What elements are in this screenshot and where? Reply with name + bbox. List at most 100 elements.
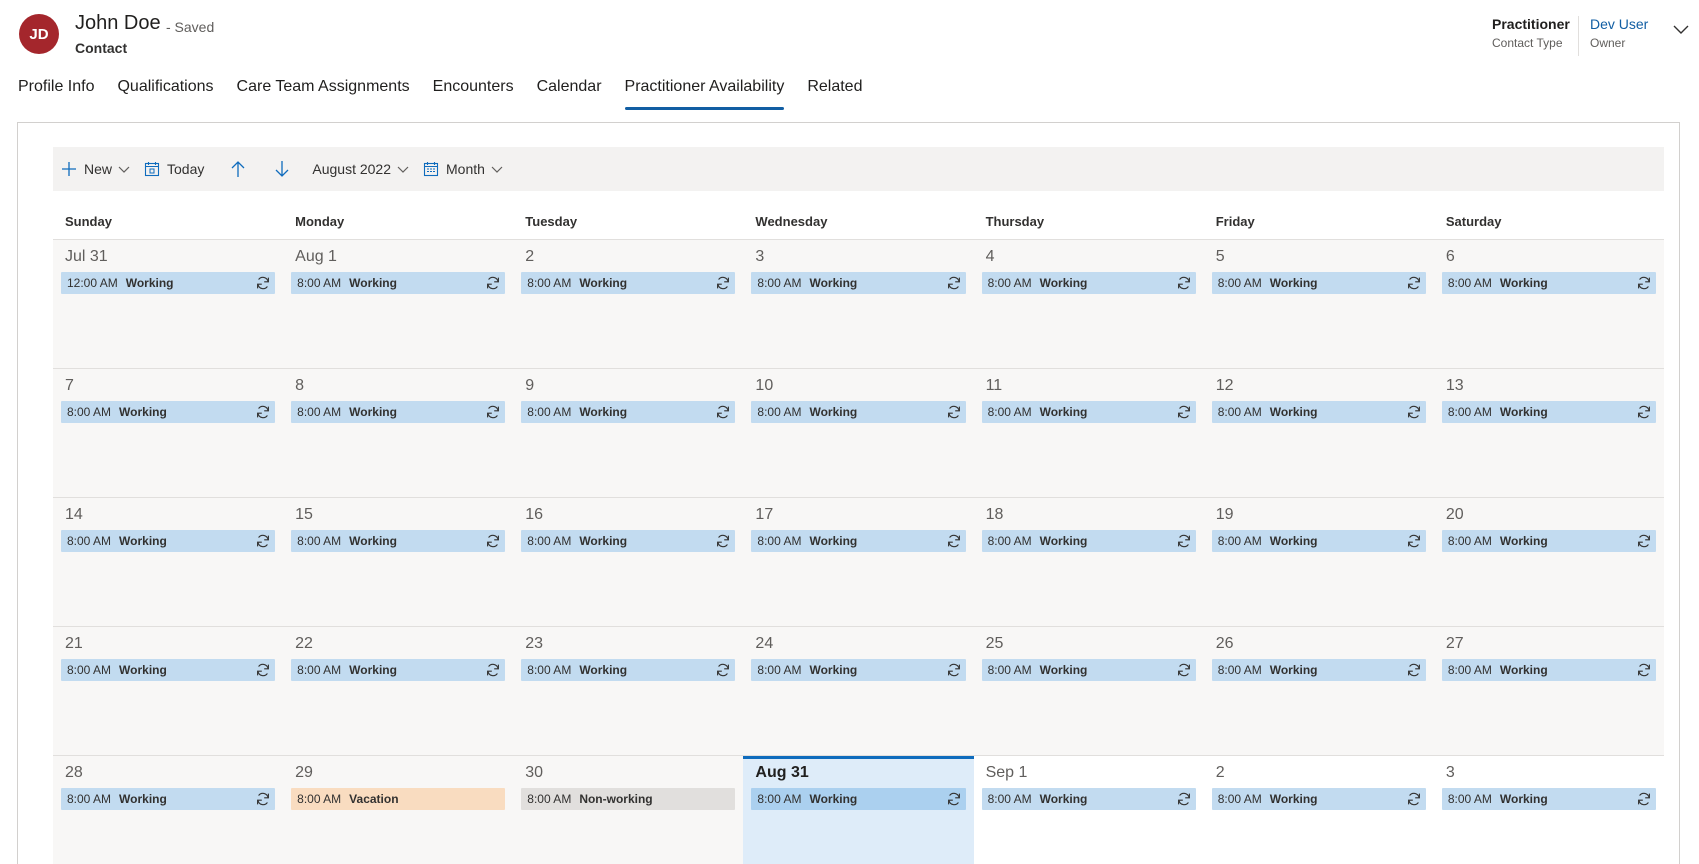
- today-button[interactable]: Today: [144, 161, 210, 177]
- day-number: Jul 31: [65, 248, 108, 265]
- day-cell[interactable]: 16 8:00 AM Working: [513, 498, 744, 627]
- owner-link[interactable]: Dev User: [1590, 16, 1648, 32]
- availability-event[interactable]: 8:00 AM Working: [521, 401, 736, 423]
- arrow-down-icon: [275, 161, 289, 177]
- availability-event[interactable]: 8:00 AM Working: [1441, 272, 1656, 294]
- day-cell[interactable]: 28 8:00 AM Working: [53, 756, 284, 864]
- tab-calendar[interactable]: Calendar: [537, 78, 602, 106]
- availability-event[interactable]: 8:00 AM Working: [291, 272, 506, 294]
- day-cell[interactable]: 18 8:00 AM Working: [973, 498, 1204, 627]
- tab-profile-info[interactable]: Profile Info: [18, 78, 94, 106]
- availability-event[interactable]: 8:00 AM Working: [1211, 401, 1426, 423]
- calendar-month-icon: [423, 162, 439, 177]
- day-cell[interactable]: 25 8:00 AM Working: [973, 627, 1204, 756]
- availability-event[interactable]: 8:00 AM Working: [981, 659, 1196, 681]
- day-cell[interactable]: 27 8:00 AM Working: [1433, 627, 1664, 756]
- day-cell[interactable]: 3 8:00 AM Working: [1433, 756, 1664, 864]
- day-cell[interactable]: 7 8:00 AM Working: [53, 369, 284, 498]
- availability-event[interactable]: 8:00 AM Working: [61, 401, 276, 423]
- day-cell[interactable]: 13 8:00 AM Working: [1433, 369, 1664, 498]
- availability-event[interactable]: 8:00 AM Working: [751, 272, 966, 294]
- header-field-contact-type: Practitioner Contact Type: [1492, 16, 1570, 50]
- day-cell[interactable]: 23 8:00 AM Working: [513, 627, 744, 756]
- day-number: 2: [1215, 764, 1225, 781]
- day-cell[interactable]: 8 8:00 AM Working: [283, 369, 514, 498]
- day-cell[interactable]: 14 8:00 AM Working: [53, 498, 284, 627]
- day-cell[interactable]: Sep 1 8:00 AM Working: [973, 756, 1204, 864]
- day-number: 28: [65, 764, 83, 781]
- day-cell[interactable]: 22 8:00 AM Working: [283, 627, 514, 756]
- availability-event[interactable]: 8:00 AM Working: [1211, 788, 1426, 810]
- day-cell[interactable]: Aug 31 8:00 AM Working: [743, 756, 974, 864]
- availability-event[interactable]: 8:00 AM Working: [1441, 530, 1656, 552]
- availability-event[interactable]: 8:00 AM Working: [751, 530, 966, 552]
- next-button[interactable]: [268, 155, 296, 183]
- day-cell[interactable]: 10 8:00 AM Working: [743, 369, 974, 498]
- day-cell[interactable]: 12 8:00 AM Working: [1203, 369, 1434, 498]
- availability-event[interactable]: 8:00 AM Working: [1211, 530, 1426, 552]
- day-cell[interactable]: Aug 1 8:00 AM Working: [283, 240, 514, 369]
- day-cell[interactable]: 17 8:00 AM Working: [743, 498, 974, 627]
- availability-event[interactable]: 8:00 AM Working: [981, 272, 1196, 294]
- recurrence-icon: [717, 276, 730, 290]
- availability-event[interactable]: 8:00 AM Working: [981, 530, 1196, 552]
- availability-event[interactable]: 8:00 AM Working: [521, 272, 736, 294]
- availability-event[interactable]: 8:00 AM Working: [1441, 788, 1656, 810]
- availability-event[interactable]: 8:00 AM Working: [751, 659, 966, 681]
- availability-event[interactable]: 8:00 AM Vacation: [291, 788, 506, 810]
- event-time: 8:00 AM: [1217, 405, 1262, 419]
- day-cell[interactable]: 5 8:00 AM Working: [1203, 240, 1434, 369]
- day-cell[interactable]: 20 8:00 AM Working: [1433, 498, 1664, 627]
- availability-event[interactable]: 8:00 AM Working: [1211, 272, 1426, 294]
- recurrence-icon: [1407, 276, 1420, 290]
- availability-event[interactable]: 8:00 AM Working: [521, 659, 736, 681]
- date-picker-button[interactable]: August 2022: [312, 161, 409, 177]
- availability-event[interactable]: 8:00 AM Working: [521, 530, 736, 552]
- day-cell[interactable]: 30 8:00 AM Non-working: [513, 756, 744, 864]
- day-cell[interactable]: 29 8:00 AM Vacation: [283, 756, 514, 864]
- day-cell[interactable]: 3 8:00 AM Working: [743, 240, 974, 369]
- day-cell[interactable]: 26 8:00 AM Working: [1203, 627, 1434, 756]
- tab-practitioner-availability[interactable]: Practitioner Availability: [624, 78, 784, 110]
- availability-event[interactable]: 8:00 AM Working: [61, 530, 276, 552]
- view-selector-button[interactable]: Month: [423, 161, 503, 177]
- day-cell[interactable]: 21 8:00 AM Working: [53, 627, 284, 756]
- new-button[interactable]: New: [61, 161, 130, 177]
- availability-event[interactable]: 8:00 AM Non-working: [521, 788, 736, 810]
- availability-event[interactable]: 8:00 AM Working: [981, 788, 1196, 810]
- availability-event[interactable]: 8:00 AM Working: [291, 401, 506, 423]
- day-cell[interactable]: 2 8:00 AM Working: [1203, 756, 1434, 864]
- availability-event[interactable]: 8:00 AM Working: [61, 659, 276, 681]
- availability-event[interactable]: 8:00 AM Working: [751, 401, 966, 423]
- tab-care-team-assignments[interactable]: Care Team Assignments: [237, 78, 410, 106]
- day-cell[interactable]: 15 8:00 AM Working: [283, 498, 514, 627]
- tab-encounters[interactable]: Encounters: [433, 78, 514, 106]
- tab-related[interactable]: Related: [807, 78, 862, 106]
- day-number: 15: [295, 506, 313, 523]
- chevron-down-icon[interactable]: [1672, 20, 1690, 38]
- day-cell[interactable]: Jul 31 12:00 AM Working: [53, 240, 284, 369]
- event-time: 8:00 AM: [1217, 534, 1262, 548]
- recurrence-icon: [947, 276, 960, 290]
- availability-event[interactable]: 8:00 AM Working: [1211, 659, 1426, 681]
- previous-button[interactable]: [224, 155, 252, 183]
- day-cell[interactable]: 6 8:00 AM Working: [1433, 240, 1664, 369]
- availability-event[interactable]: 8:00 AM Working: [291, 530, 506, 552]
- availability-event[interactable]: 12:00 AM Working: [61, 272, 276, 294]
- availability-event[interactable]: 8:00 AM Working: [61, 788, 276, 810]
- availability-event[interactable]: 8:00 AM Working: [1441, 401, 1656, 423]
- day-cell[interactable]: 4 8:00 AM Working: [973, 240, 1204, 369]
- event-time: 8:00 AM: [527, 276, 572, 290]
- availability-event[interactable]: 8:00 AM Working: [981, 401, 1196, 423]
- day-cell[interactable]: 9 8:00 AM Working: [513, 369, 744, 498]
- tab-qualifications[interactable]: Qualifications: [117, 78, 213, 106]
- day-cell[interactable]: 24 8:00 AM Working: [743, 627, 974, 756]
- day-cell[interactable]: 19 8:00 AM Working: [1203, 498, 1434, 627]
- availability-event[interactable]: 8:00 AM Working: [291, 659, 506, 681]
- availability-event[interactable]: 8:00 AM Working: [751, 788, 966, 810]
- availability-event[interactable]: 8:00 AM Working: [1441, 659, 1656, 681]
- day-cell[interactable]: 11 8:00 AM Working: [973, 369, 1204, 498]
- day-cell[interactable]: 2 8:00 AM Working: [513, 240, 744, 369]
- recurrence-icon: [1638, 405, 1650, 419]
- day-number: 17: [755, 506, 774, 523]
